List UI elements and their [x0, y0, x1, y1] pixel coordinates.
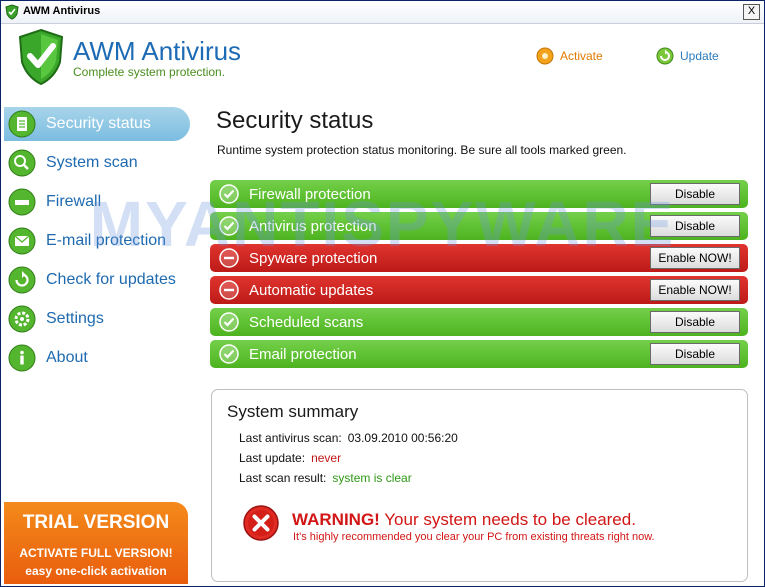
app-name: AWM Antivirus	[73, 36, 242, 66]
warning-text: Your system needs to be cleared.	[384, 510, 636, 529]
close-button[interactable]: X	[743, 4, 760, 20]
disable-button[interactable]: Disable	[650, 311, 740, 333]
protection-row-spyware: Spyware protection Enable NOW!	[210, 244, 748, 272]
sidebar-item-system-scan[interactable]: System scan	[4, 146, 190, 180]
update-icon	[656, 47, 674, 65]
document-icon	[8, 110, 36, 138]
last-result-line: Last scan result: system is clear	[239, 471, 412, 485]
enable-now-button[interactable]: Enable NOW!	[650, 247, 740, 269]
protection-label: Firewall protection	[249, 185, 371, 203]
check-icon	[219, 216, 239, 236]
enable-now-button[interactable]: Enable NOW!	[650, 279, 740, 301]
last-update-label: Last update:	[239, 451, 306, 465]
envelope-icon	[8, 227, 36, 255]
trial-banner[interactable]: TRIAL VERSION ACTIVATE FULL VERSION! eas…	[4, 502, 188, 584]
update-button[interactable]: Update	[656, 45, 719, 67]
last-scan-label: Last antivirus scan:	[239, 431, 342, 445]
last-update-line: Last update: never	[239, 451, 341, 465]
magnifier-icon	[8, 149, 36, 177]
sidebar-item-settings[interactable]: Settings	[4, 302, 190, 336]
system-summary-panel: System summary Last antivirus scan: 03.09…	[211, 389, 748, 582]
disable-button[interactable]: Disable	[650, 215, 740, 237]
protection-label: Spyware protection	[249, 249, 378, 267]
page-title: Security status	[216, 107, 374, 134]
sidebar-item-label: Check for updates	[46, 271, 176, 288]
protection-row-scheduled-scans: Scheduled scans Disable	[210, 308, 748, 336]
activate-full-version-link[interactable]: ACTIVATE FULL VERSION!	[4, 546, 188, 560]
app-window: AWM Antivirus X AWM Antivirus Complete s…	[0, 0, 765, 587]
logo-shield-icon	[18, 28, 64, 86]
protection-row-updates: Automatic updates Enable NOW!	[210, 276, 748, 304]
activate-icon	[536, 47, 554, 65]
last-update-value: never	[311, 451, 342, 465]
protection-row-email: Email protection Disable	[210, 340, 748, 368]
trial-title: TRIAL VERSION	[22, 512, 170, 533]
warning-heading: WARNING! Your system needs to be cleared…	[292, 510, 636, 530]
refresh-icon	[8, 266, 36, 294]
app-header: AWM Antivirus Complete system protection…	[1, 24, 764, 90]
sidebar-item-label: About	[46, 349, 88, 366]
app-tagline: Complete system protection.	[73, 65, 226, 79]
warning-title: WARNING!	[292, 510, 380, 529]
protection-row-antivirus: Antivirus protection Disable	[210, 212, 748, 240]
error-icon	[243, 505, 279, 541]
minus-icon	[219, 248, 239, 268]
minus-icon	[219, 280, 239, 300]
window-title: AWM Antivirus	[23, 5, 101, 17]
sidebar-item-email-protection[interactable]: E-mail protection	[4, 224, 190, 258]
protection-row-firewall: Firewall protection Disable	[210, 180, 748, 208]
protection-label: Automatic updates	[249, 281, 374, 299]
disable-button[interactable]: Disable	[650, 183, 740, 205]
last-scan-value: 03.09.2010 00:56:20	[347, 431, 458, 445]
warning-subtext: It's highly recommended you clear your P…	[293, 531, 655, 543]
sidebar-item-check-updates[interactable]: Check for updates	[4, 263, 190, 297]
sidebar-item-label: System scan	[46, 154, 138, 171]
disable-button[interactable]: Disable	[650, 343, 740, 365]
summary-title: System summary	[227, 402, 359, 421]
firewall-icon	[8, 188, 36, 216]
sidebar-item-firewall[interactable]: Firewall	[4, 185, 190, 219]
protection-label: Antivirus protection	[249, 217, 377, 235]
activate-button[interactable]: Activate	[536, 45, 603, 67]
trial-subtext: easy one-click activation	[25, 564, 167, 578]
activate-label: Activate	[560, 49, 603, 63]
sidebar-item-label: Security status	[46, 115, 151, 132]
info-icon	[8, 344, 36, 372]
check-icon	[219, 344, 239, 364]
last-scan-line: Last antivirus scan: 03.09.2010 00:56:20	[239, 431, 458, 445]
sidebar-item-label: Firewall	[46, 193, 102, 210]
sidebar-item-label: Settings	[46, 310, 104, 327]
last-result-label: Last scan result:	[239, 471, 327, 485]
check-icon	[219, 184, 239, 204]
sidebar-item-label: E-mail protection	[46, 232, 167, 249]
title-bar[interactable]: AWM Antivirus X	[1, 1, 764, 24]
protection-label: Scheduled scans	[249, 313, 364, 331]
page-subtitle: Runtime system protection status monitor…	[217, 143, 627, 157]
shield-icon	[5, 4, 19, 20]
sidebar-item-security-status[interactable]: Security status	[4, 107, 190, 141]
protection-label: Email protection	[249, 345, 357, 363]
check-icon	[219, 312, 239, 332]
sidebar-item-about[interactable]: About	[4, 341, 190, 375]
update-label: Update	[680, 49, 719, 63]
gear-icon	[8, 305, 36, 333]
last-result-value: system is clear	[332, 471, 412, 485]
